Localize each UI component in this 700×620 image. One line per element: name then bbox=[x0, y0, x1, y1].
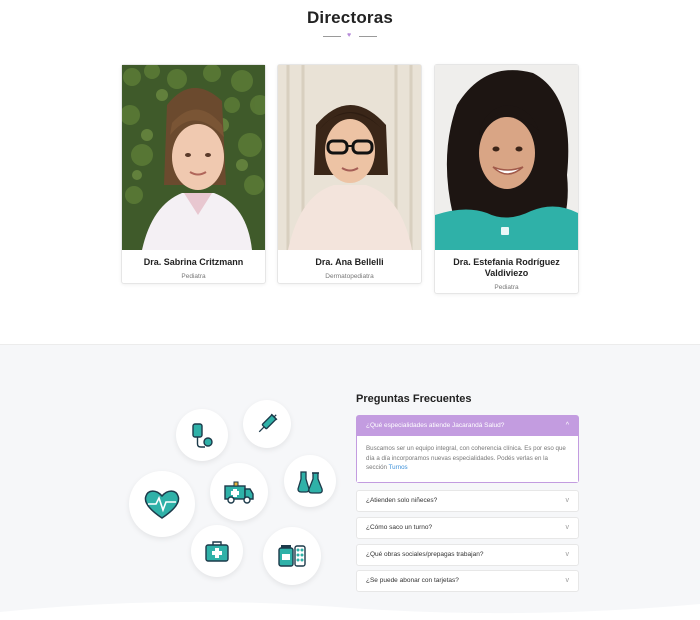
faq-item[interactable]: ¿Atienden solo niñeces? v bbox=[356, 490, 579, 512]
faq-question[interactable]: ¿Qué obras sociales/prepagas trabajan? v bbox=[357, 545, 578, 565]
ambulance-icon bbox=[210, 463, 268, 521]
director-photo bbox=[435, 65, 578, 250]
divider-line bbox=[359, 36, 377, 37]
director-role: Pediatra bbox=[494, 284, 519, 291]
faq-title: Preguntas Frecuentes bbox=[356, 393, 472, 405]
director-name: Dra. Sabrina Critzmann bbox=[143, 257, 244, 267]
faq-question-text: ¿Se puede abonar con tarjetas? bbox=[366, 577, 459, 584]
faq-item[interactable]: ¿Cómo saco un turno? v bbox=[356, 517, 579, 539]
chevron-down-icon: v bbox=[565, 497, 570, 504]
bottom-wave bbox=[0, 601, 700, 620]
faq-question-text: ¿Cómo saco un turno? bbox=[366, 524, 433, 531]
faq-question[interactable]: ¿Qué especialidades atiende Jacarandá Sa… bbox=[357, 416, 578, 436]
faq-item[interactable]: ¿Se puede abonar con tarjetas? v bbox=[356, 570, 579, 592]
director-name: Dra. Estefania Rodríguez Valdiviezo bbox=[453, 257, 560, 278]
faq-question-text: ¿Qué especialidades atiende Jacarandá Sa… bbox=[366, 422, 505, 429]
faq-question-text: ¿Atienden solo niñeces? bbox=[366, 497, 438, 504]
iv-drip-icon bbox=[176, 409, 228, 461]
first-aid-kit-icon bbox=[191, 525, 243, 577]
title-divider: ♥ bbox=[323, 32, 377, 40]
chevron-down-icon: v bbox=[565, 524, 570, 531]
pills-icon bbox=[263, 527, 321, 585]
chevron-up-icon: ^ bbox=[565, 422, 569, 429]
faq-question[interactable]: ¿Atienden solo niñeces? v bbox=[357, 491, 578, 511]
heartbeat-icon bbox=[129, 471, 195, 537]
faq-item[interactable]: ¿Qué obras sociales/prepagas trabajan? v bbox=[356, 544, 579, 566]
director-photo bbox=[278, 65, 421, 250]
chevron-down-icon: v bbox=[565, 551, 570, 558]
director-photo bbox=[122, 65, 265, 250]
chevron-down-icon: v bbox=[565, 577, 570, 584]
faq-section: Preguntas Frecuentes ¿Qué especialidades… bbox=[0, 344, 700, 620]
flasks-icon bbox=[284, 455, 336, 507]
director-card: Dra. Sabrina Critzmann Pediatra bbox=[121, 64, 266, 284]
directoras-section: Directoras ♥ Dra. Sabrina Critzmann Pedi… bbox=[0, 0, 700, 344]
faq-question[interactable]: ¿Se puede abonar con tarjetas? v bbox=[357, 571, 578, 591]
section-title: Directoras bbox=[306, 8, 394, 27]
director-card: Dra. Estefania Rodríguez Valdiviezo Pedi… bbox=[434, 64, 579, 294]
director-role: Pediatra bbox=[181, 273, 206, 280]
director-card: Dra. Ana Bellelli Dermatopediatra bbox=[277, 64, 422, 284]
director-name: Dra. Ana Bellelli bbox=[315, 257, 384, 267]
director-role: Dermatopediatra bbox=[325, 273, 374, 280]
heart-icon: ♥ bbox=[347, 32, 352, 39]
faq-question[interactable]: ¿Cómo saco un turno? v bbox=[357, 518, 578, 538]
syringe-icon bbox=[243, 400, 291, 448]
faq-question-text: ¿Qué obras sociales/prepagas trabajan? bbox=[366, 551, 484, 558]
divider-line bbox=[323, 36, 341, 37]
faq-answer: Buscamos ser un equipo integral, con coh… bbox=[357, 436, 578, 482]
turnos-link[interactable]: Turnos bbox=[389, 464, 408, 471]
faq-item[interactable]: ¿Qué especialidades atiende Jacarandá Sa… bbox=[356, 415, 579, 483]
